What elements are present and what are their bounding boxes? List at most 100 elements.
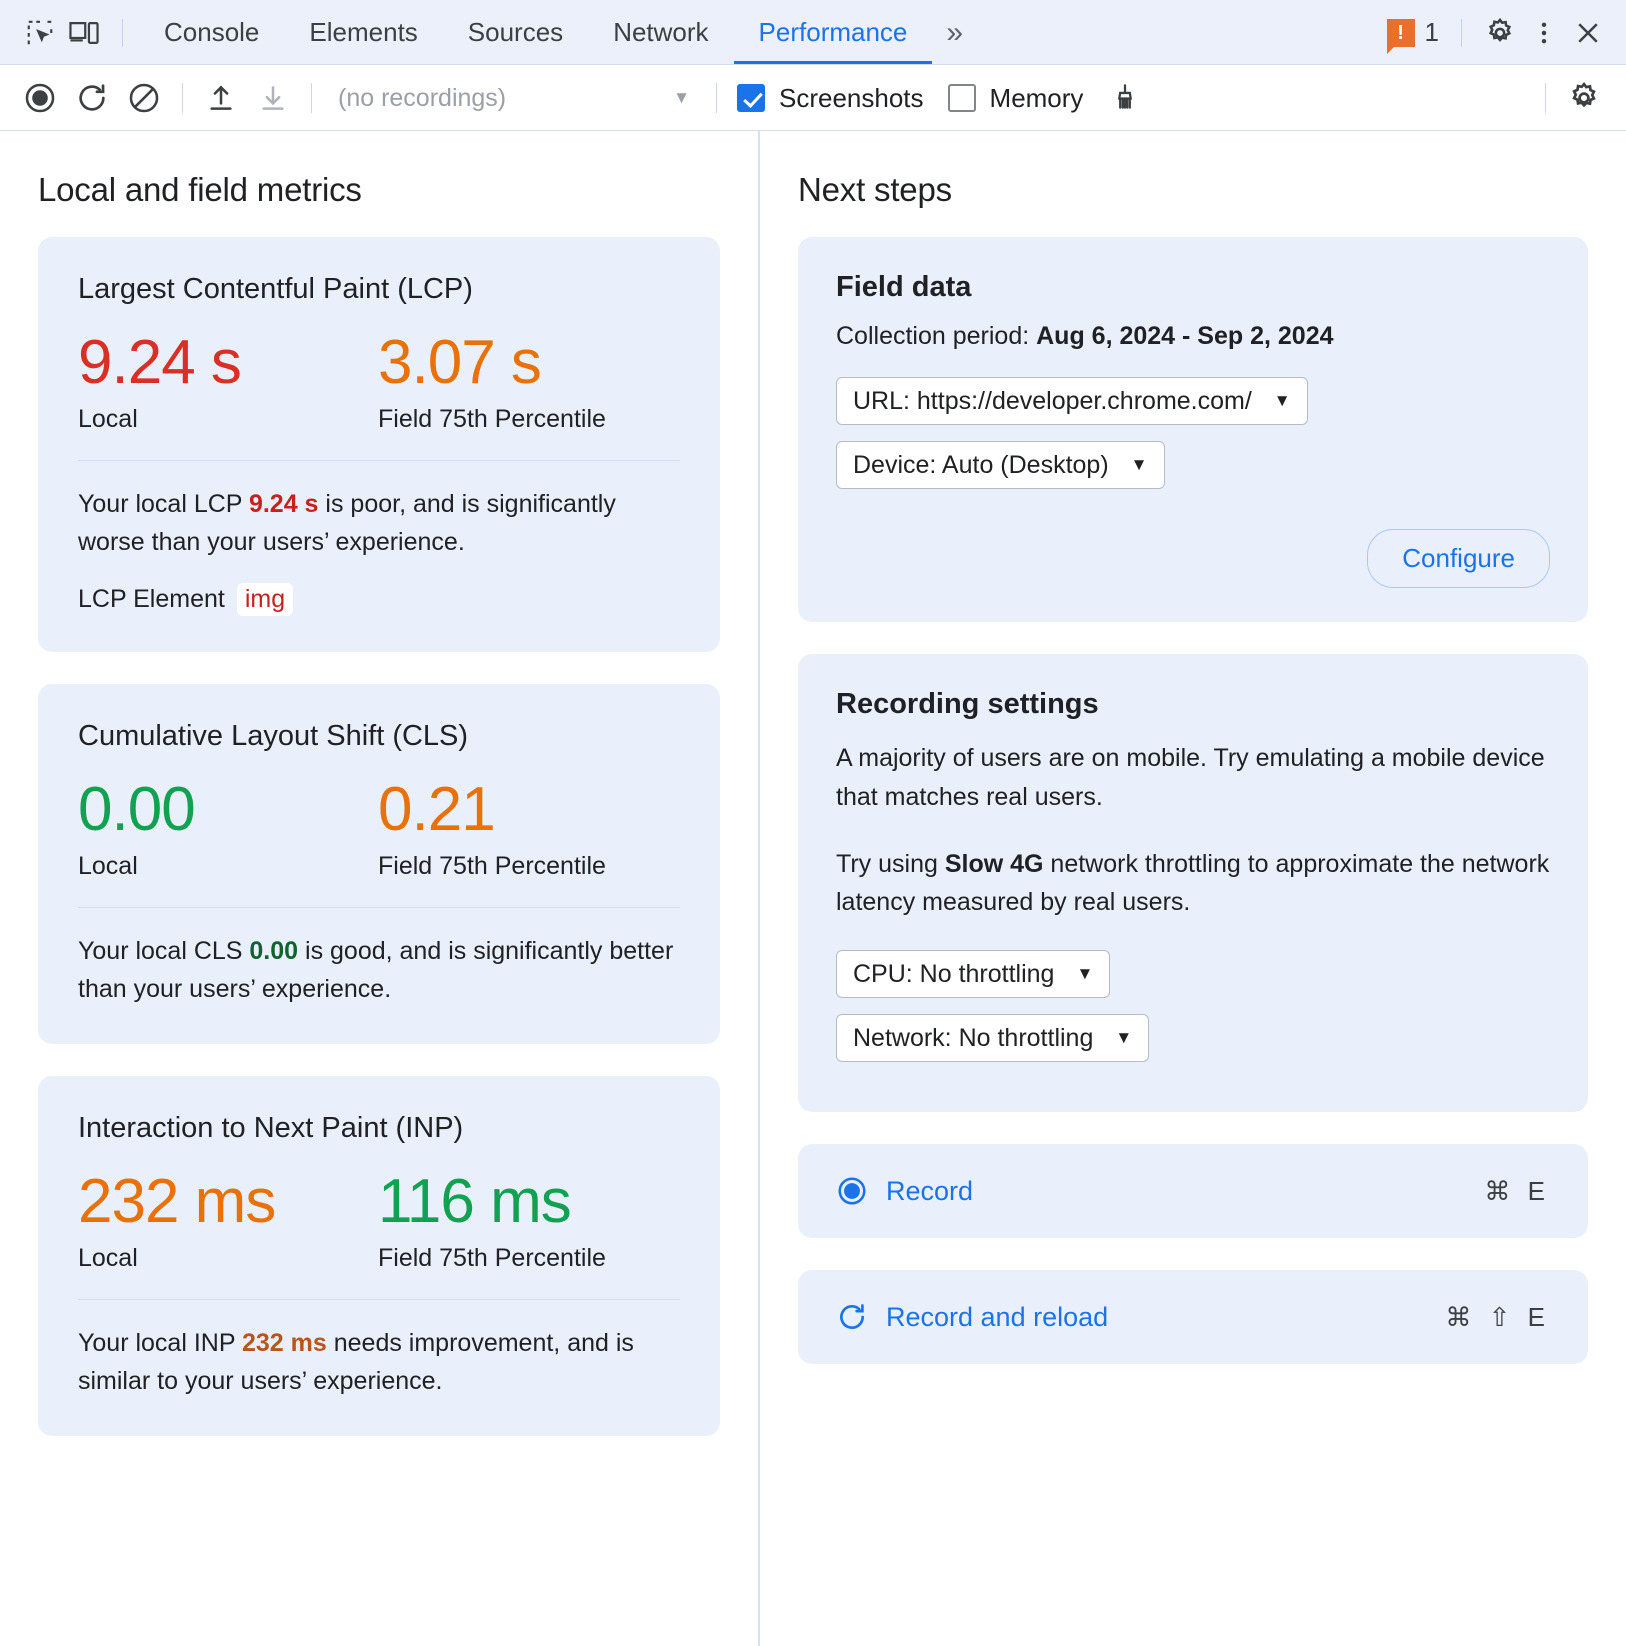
screenshots-label: Screenshots bbox=[779, 83, 924, 114]
inp-local-value: 232 ms bbox=[78, 1169, 378, 1236]
inp-summary-metric: 232 ms bbox=[242, 1329, 327, 1357]
memory-label: Memory bbox=[990, 83, 1084, 114]
cls-summary-pre: Your local CLS bbox=[78, 937, 249, 965]
local-value-block: 9.24 s Local bbox=[78, 330, 378, 434]
tab-sources-label: Sources bbox=[468, 17, 563, 48]
metric-card-inp-title: Interaction to Next Paint (INP) bbox=[78, 1112, 680, 1145]
inp-summary-pre: Your local INP bbox=[78, 1329, 242, 1357]
url-select[interactable]: URL: https://developer.chrome.com/ ▼ bbox=[836, 377, 1308, 425]
tab-network-label: Network bbox=[613, 17, 708, 48]
record-circle-icon[interactable] bbox=[14, 72, 66, 124]
collection-period-line: Collection period: Aug 6, 2024 - Sep 2, … bbox=[836, 322, 1550, 351]
memory-checkbox-box[interactable] bbox=[948, 84, 976, 112]
tab-performance[interactable]: Performance bbox=[734, 0, 933, 65]
field-value-block: 0.21 Field 75th Percentile bbox=[378, 777, 680, 881]
devtools-tab-bar: Console Elements Sources Network Perform… bbox=[0, 0, 1626, 65]
lcp-element-tag-chip[interactable]: img bbox=[237, 583, 293, 616]
record-and-reload-action-left: Record and reload bbox=[836, 1301, 1108, 1333]
performance-toolbar: (no recordings) ▼ Screenshots Memory bbox=[0, 65, 1626, 131]
recording-settings-paragraph-1: A majority of users are on mobile. Try e… bbox=[836, 739, 1550, 817]
network-throttling-value: Network: No throttling bbox=[853, 1024, 1093, 1053]
local-value-block: 232 ms Local bbox=[78, 1169, 378, 1273]
upload-profile-icon[interactable] bbox=[195, 72, 247, 124]
inspect-element-icon[interactable] bbox=[18, 11, 62, 55]
record-and-reload-action-row[interactable]: Record and reload ⌘ ⇧ E bbox=[798, 1270, 1588, 1364]
record-action-row[interactable]: Record ⌘ E bbox=[798, 1144, 1588, 1238]
cpu-throttling-select[interactable]: CPU: No throttling ▼ bbox=[836, 950, 1110, 998]
cpu-select-wrap: CPU: No throttling ▼ bbox=[836, 950, 1550, 1014]
recording-settings-title: Recording settings bbox=[836, 688, 1550, 721]
chevron-down-icon: ▼ bbox=[673, 88, 690, 108]
device-select-wrap: Device: Auto (Desktop) ▼ bbox=[836, 441, 1550, 505]
device-select[interactable]: Device: Auto (Desktop) ▼ bbox=[836, 441, 1165, 489]
card-divider bbox=[78, 907, 680, 908]
inp-field-value: 116 ms bbox=[378, 1169, 680, 1236]
reload-record-icon[interactable] bbox=[66, 72, 118, 124]
cls-summary-metric: 0.00 bbox=[249, 937, 298, 965]
metric-values-row: 232 ms Local 116 ms Field 75th Percentil… bbox=[78, 1169, 680, 1273]
device-toolbar-icon[interactable] bbox=[62, 11, 106, 55]
collect-garbage-icon[interactable] bbox=[1099, 72, 1151, 124]
tab-console[interactable]: Console bbox=[139, 0, 284, 65]
chevron-down-icon: ▼ bbox=[1274, 391, 1291, 411]
record-and-reload-shortcut: ⌘ ⇧ E bbox=[1445, 1302, 1550, 1333]
tab-network[interactable]: Network bbox=[588, 0, 733, 65]
record-label: Record bbox=[886, 1176, 973, 1207]
recording-settings-paragraph-2: Try using Slow 4G network throttling to … bbox=[836, 845, 1550, 923]
throttle-text-pre: Try using bbox=[836, 850, 945, 878]
screenshots-checkbox-box[interactable] bbox=[737, 84, 765, 112]
local-value-block: 0.00 Local bbox=[78, 777, 378, 881]
recordings-dropdown[interactable]: (no recordings) ▼ bbox=[324, 75, 704, 121]
local-and-field-metrics-pane: Local and field metrics Largest Contentf… bbox=[0, 131, 758, 1646]
gear-icon[interactable] bbox=[1478, 11, 1522, 55]
tab-elements-label: Elements bbox=[309, 17, 417, 48]
field-value-block: 116 ms Field 75th Percentile bbox=[378, 1169, 680, 1273]
configure-button[interactable]: Configure bbox=[1367, 529, 1550, 588]
memory-checkbox[interactable]: Memory bbox=[948, 83, 1084, 114]
lcp-summary-text: Your local LCP 9.24 s is poor, and is si… bbox=[78, 485, 680, 561]
network-select-wrap: Network: No throttling ▼ bbox=[836, 1014, 1550, 1078]
capture-settings-gear-icon[interactable] bbox=[1558, 72, 1610, 124]
panel-tabs: Console Elements Sources Network Perform… bbox=[139, 0, 932, 65]
page-title: Local and field metrics bbox=[38, 171, 720, 209]
toolbar-divider bbox=[122, 19, 123, 47]
toolbar-divider-3 bbox=[716, 83, 717, 113]
card-divider bbox=[78, 1299, 680, 1300]
close-icon[interactable] bbox=[1566, 11, 1610, 55]
metric-card-lcp-title: Largest Contentful Paint (LCP) bbox=[78, 273, 680, 306]
cls-field-value: 0.21 bbox=[378, 777, 680, 844]
toolbar-divider-1 bbox=[182, 83, 183, 113]
field-data-panel: Field data Collection period: Aug 6, 202… bbox=[798, 237, 1588, 622]
warning-icon: ! bbox=[1387, 19, 1415, 47]
screenshots-checkbox[interactable]: Screenshots bbox=[737, 83, 924, 114]
recordings-dropdown-value: (no recordings) bbox=[338, 84, 506, 113]
clear-prohibited-icon[interactable] bbox=[118, 72, 170, 124]
record-shortcut: ⌘ E bbox=[1484, 1176, 1550, 1207]
tab-elements[interactable]: Elements bbox=[284, 0, 442, 65]
metric-values-row: 0.00 Local 0.21 Field 75th Percentile bbox=[78, 777, 680, 881]
chevron-down-icon: ▼ bbox=[1131, 455, 1148, 475]
tab-sources[interactable]: Sources bbox=[443, 0, 588, 65]
kebab-menu-icon[interactable] bbox=[1522, 11, 1566, 55]
url-select-value: URL: https://developer.chrome.com/ bbox=[853, 387, 1252, 416]
lcp-field-caption: Field 75th Percentile bbox=[378, 405, 680, 434]
toolbar-divider-2 bbox=[311, 83, 312, 113]
more-tabs-chevron-icon[interactable]: » bbox=[932, 16, 977, 50]
reload-record-icon bbox=[836, 1301, 868, 1333]
recording-settings-panel: Recording settings A majority of users a… bbox=[798, 654, 1588, 1112]
card-divider bbox=[78, 460, 680, 461]
toolbar-divider-4 bbox=[1545, 83, 1546, 113]
throttle-preset-name: Slow 4G bbox=[945, 850, 1044, 878]
cls-field-caption: Field 75th Percentile bbox=[378, 852, 680, 881]
network-throttling-select[interactable]: Network: No throttling ▼ bbox=[836, 1014, 1149, 1062]
configure-row: Configure bbox=[836, 529, 1550, 588]
cls-local-value: 0.00 bbox=[78, 777, 378, 844]
download-profile-icon[interactable] bbox=[247, 72, 299, 124]
lcp-element-row[interactable]: LCP Element img bbox=[78, 583, 680, 616]
lcp-summary-metric: 9.24 s bbox=[249, 490, 319, 518]
metric-values-row: 9.24 s Local 3.07 s Field 75th Percentil… bbox=[78, 330, 680, 434]
metric-card-inp: Interaction to Next Paint (INP) 232 ms L… bbox=[38, 1076, 720, 1436]
cpu-throttling-value: CPU: No throttling bbox=[853, 960, 1054, 989]
warning-badge[interactable]: ! 1 bbox=[1387, 17, 1439, 48]
tab-performance-label: Performance bbox=[759, 17, 908, 48]
